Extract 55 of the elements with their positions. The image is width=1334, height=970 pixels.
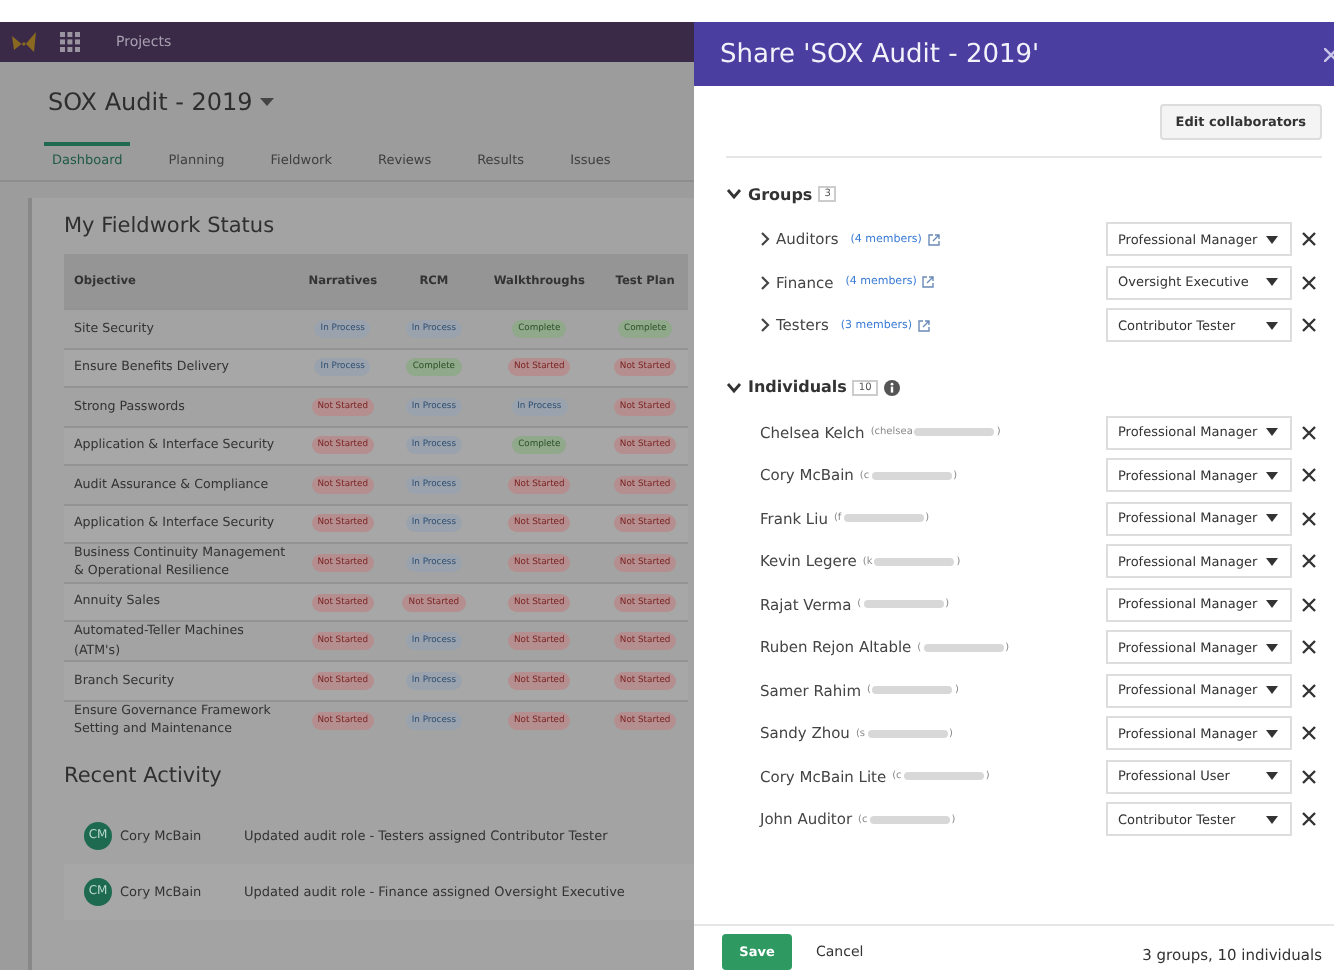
chevron-icon[interactable] [760,318,770,333]
info-icon[interactable] [883,379,900,395]
chevron-icon[interactable] [726,188,742,200]
caret-icon [1266,729,1278,738]
caret-icon[interactable] [260,98,275,106]
redacted-email [871,471,952,480]
remove-icon[interactable] [1302,554,1316,569]
remove-icon[interactable] [1302,275,1316,290]
caret-icon [1266,600,1278,609]
redacted-email [863,600,944,609]
redacted-email [903,772,984,781]
remove-icon[interactable] [1302,640,1316,655]
caret-icon [1266,557,1278,566]
remove-icon[interactable] [1302,812,1316,827]
redacted-email [869,815,950,824]
redacted-email [843,514,924,523]
chevron-icon[interactable] [760,275,770,290]
redacted-email [923,643,1004,652]
section-heading: Recent Activity [64,761,224,792]
redacted-email [872,686,953,695]
redacted-email [874,557,955,566]
caret-icon [1266,815,1278,824]
redacted-email [867,729,947,738]
project-title[interactable]: SOX Audit - 2019 [48,88,253,116]
remove-icon[interactable] [1302,318,1316,333]
external-link-icon[interactable] [927,233,940,246]
remove-icon[interactable] [1302,683,1316,698]
caret-icon [1266,514,1278,523]
caret-icon [1266,772,1278,781]
caret-icon [1266,235,1278,244]
remove-icon[interactable] [1302,425,1316,440]
caret-icon [1266,643,1278,652]
remove-icon[interactable] [1302,468,1316,483]
section-label[interactable]: Individuals [748,378,847,396]
remove-icon[interactable] [1302,769,1316,784]
chevron-icon[interactable] [726,381,742,393]
remove-icon[interactable] [1302,511,1316,526]
apps-grid-icon[interactable] [60,32,80,52]
logo-icon [12,32,36,52]
redacted-email [914,428,995,437]
caret-icon [1266,686,1278,695]
remove-icon[interactable] [1302,726,1316,741]
external-link-icon[interactable] [918,319,931,332]
caret-icon [1266,471,1278,480]
remove-icon[interactable] [1302,597,1316,612]
section-heading: My Fieldwork Status [64,214,277,242]
remove-icon[interactable] [1302,232,1316,247]
section-label[interactable]: Groups [748,185,813,203]
chevron-icon[interactable] [760,232,770,247]
dialog-title: Share 'SOX Audit - 2019' [720,39,1040,69]
caret-icon [1266,278,1278,287]
external-link-icon[interactable] [922,276,935,289]
caret-icon [1266,428,1278,437]
caret-icon [1266,321,1278,330]
close-icon[interactable] [1324,47,1334,61]
